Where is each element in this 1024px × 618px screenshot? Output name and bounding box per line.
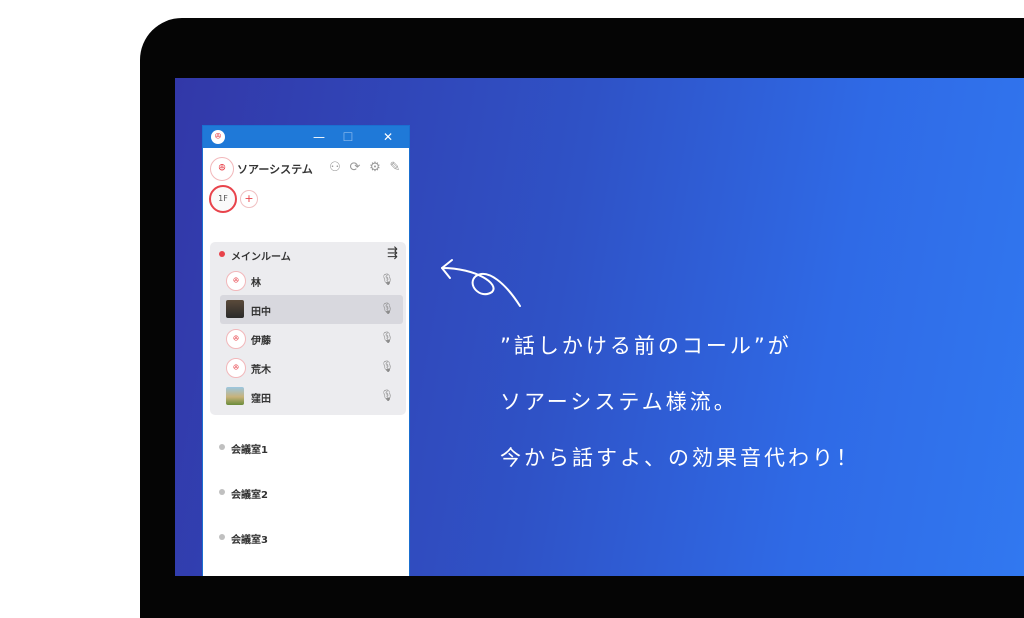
photo-avatar (226, 300, 244, 318)
add-floor-button[interactable]: + (240, 190, 258, 208)
floor-selector: 1F + (203, 184, 409, 220)
room-label: 会議室3 (231, 535, 268, 546)
annotation-line: 今から話すよ、の効果音代わり！ (500, 446, 860, 470)
member-name: 窪田 (251, 394, 271, 405)
inactive-dot-icon (219, 489, 225, 495)
annotation-line: ”話しかける前のコール”が (500, 334, 792, 358)
scene-avatar (226, 387, 244, 405)
room-item[interactable]: 会議室3 (210, 526, 406, 548)
pin-icon[interactable]: ✎ (387, 160, 403, 176)
close-button[interactable]: ✕ (377, 128, 399, 146)
app-window: ꔮ — ☐ ✕ ꔮ ソアーシステム ⚇ ⟳ ⚙ ✎ 1F + メインルーム ⇶ (202, 125, 410, 576)
gear-icon[interactable]: ⚙ (367, 160, 383, 176)
member-row[interactable]: ꔮ 荒木 🎙︎ (210, 353, 406, 382)
ghost-avatar-icon: ꔮ (226, 358, 246, 378)
room-item[interactable]: 会議室2 (210, 481, 406, 503)
member-row[interactable]: 窪田 🎙︎ (210, 382, 406, 411)
room-label: メインルーム (231, 252, 291, 263)
room-main[interactable]: メインルーム ⇶ ꔮ 林 🎙︎ 田中 🎙︎ ꔮ 伊藤 🎙︎ ꔮ 荒木 🎙︎ 窪田… (210, 242, 406, 415)
add-user-icon[interactable]: ⚇ (327, 160, 343, 176)
room-item[interactable]: 会議室1 (210, 436, 406, 458)
member-name: 田中 (251, 307, 271, 318)
header-toolbar: ⚇ ⟳ ⚙ ✎ (327, 160, 403, 176)
annotation-arrow-icon (441, 259, 521, 307)
annotation-line: ソアーシステム様流。 (500, 390, 738, 414)
ghost-logo-icon: ꔮ (211, 130, 225, 144)
member-row[interactable]: ꔮ 林 🎙︎ (210, 266, 406, 295)
minimize-button[interactable]: — (308, 128, 330, 146)
refresh-icon[interactable]: ⟳ (347, 160, 363, 176)
maximize-button[interactable]: ☐ (337, 128, 359, 146)
member-row[interactable]: 田中 🎙︎ (220, 295, 403, 324)
ghost-avatar-icon: ꔮ (226, 329, 246, 349)
org-header: ꔮ ソアーシステム ⚇ ⟳ ⚙ ✎ (203, 154, 409, 184)
mic-muted-icon[interactable]: 🎙︎ (380, 302, 394, 315)
mic-muted-icon[interactable]: 🎙︎ (380, 360, 394, 373)
annotation-text: ”話しかける前のコール”が ソアーシステム様流。 今から話すよ、の効果音代わり！ (500, 318, 860, 486)
floor-tab-1f[interactable]: 1F (209, 185, 237, 213)
title-bar: ꔮ — ☐ ✕ (203, 126, 409, 148)
org-name: ソアーシステム (237, 163, 313, 176)
member-name: 伊藤 (251, 336, 271, 347)
leave-door-icon[interactable]: ⇶ (387, 246, 398, 261)
room-label: 会議室2 (231, 490, 268, 501)
room-header: メインルーム ⇶ (210, 242, 406, 266)
active-dot-icon (219, 251, 225, 257)
ghost-logo-icon: ꔮ (210, 157, 234, 181)
mic-muted-icon[interactable]: 🎙︎ (380, 389, 394, 402)
member-row[interactable]: ꔮ 伊藤 🎙︎ (210, 324, 406, 353)
room-label: 会議室1 (231, 445, 268, 456)
member-name: 荒木 (251, 365, 271, 376)
inactive-dot-icon (219, 534, 225, 540)
inactive-dot-icon (219, 444, 225, 450)
mic-muted-icon[interactable]: 🎙︎ (380, 273, 394, 286)
member-name: 林 (251, 278, 261, 289)
mic-muted-icon[interactable]: 🎙︎ (380, 331, 394, 344)
ghost-avatar-icon: ꔮ (226, 271, 246, 291)
